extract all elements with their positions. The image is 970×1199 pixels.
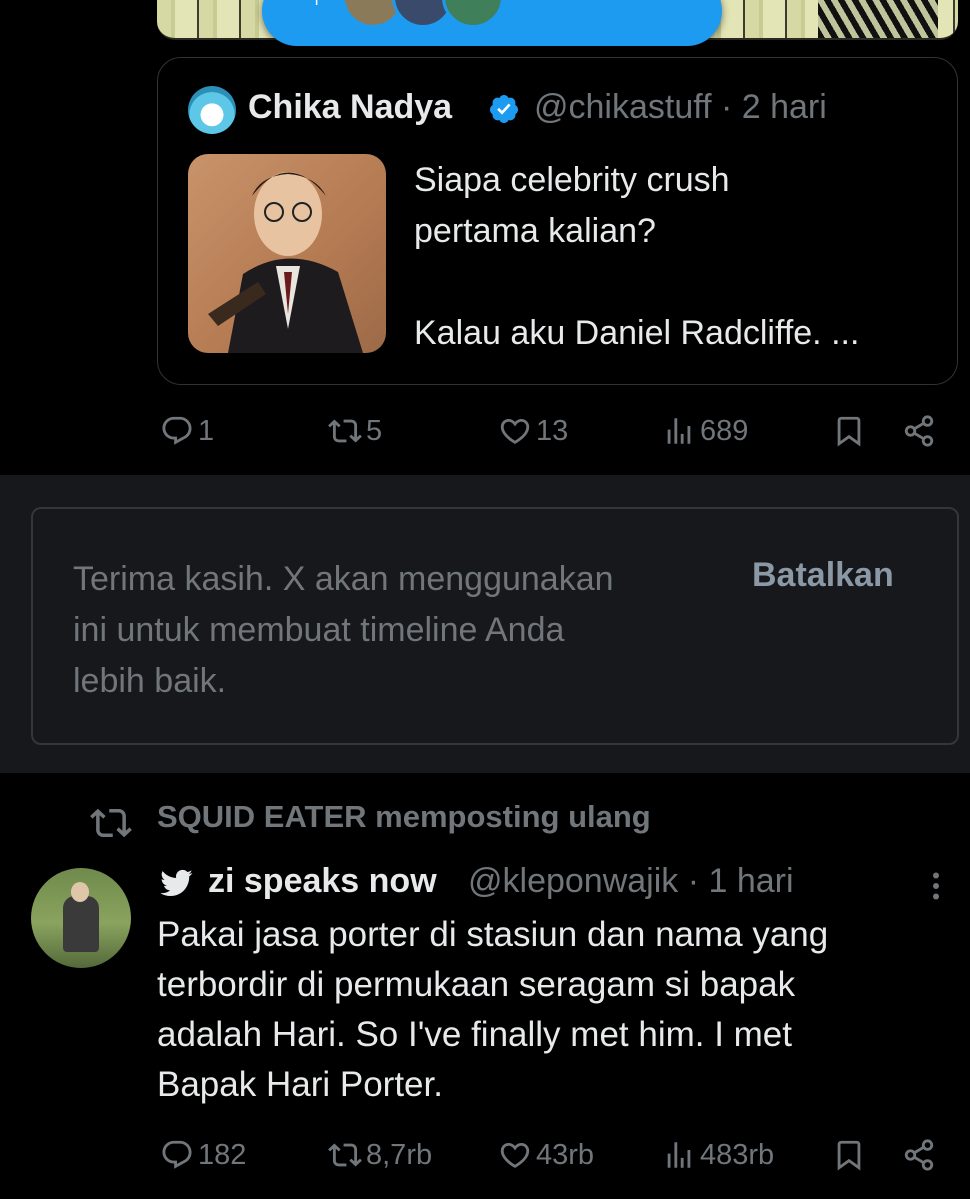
quoted-handle-time: @chikastuff · 2 hari [534, 88, 827, 126]
views-icon [667, 418, 691, 444]
tweet-text-line: adalah Hari. So I've finally met him. I … [157, 1015, 792, 1054]
quoted-author-name[interactable]: Chika Nadya [248, 88, 452, 127]
verified-badge-icon [489, 95, 518, 123]
tweet-text: Pakai jasa porter di stasiun dan nama ya… [157, 910, 927, 1110]
like-count: 13 [536, 414, 569, 447]
feedback-message: Terima kasih. X akan menggunakan ini unt… [73, 554, 713, 707]
views-icon [667, 1142, 691, 1168]
views-count: 689 [700, 414, 749, 447]
bookmark-icon[interactable] [832, 1138, 866, 1172]
avatar[interactable] [188, 86, 236, 134]
views-button[interactable]: 689 [662, 414, 748, 448]
repost-icon [328, 419, 362, 443]
tweet-text-line: Bapak Hari Porter. [157, 1065, 443, 1104]
like-button[interactable]: 43rb [498, 1138, 594, 1172]
tweet-handle-time: @kleponwajik · 1 hari [468, 862, 794, 900]
views-button[interactable]: 483rb [662, 1138, 774, 1172]
repost-context[interactable]: SQUID EATER memposting ulang [157, 799, 651, 835]
twitter-bird-icon [160, 869, 193, 897]
feedback-line: ini untuk membuat timeline Anda [73, 611, 565, 649]
reply-count: 182 [198, 1138, 247, 1171]
views-count: 483rb [700, 1138, 775, 1171]
repost-button[interactable]: 5 [328, 414, 382, 448]
repost-icon [90, 808, 132, 838]
like-button[interactable]: 13 [498, 414, 568, 448]
arrow-up-icon: ↑ [308, 0, 325, 13]
quoted-tweet-text: Siapa celebrity crush pertama kalian? Ka… [414, 155, 934, 359]
quoted-text-line: Siapa celebrity crush [414, 161, 730, 199]
reply-button[interactable]: 182 [160, 1138, 246, 1172]
avatar[interactable] [31, 868, 131, 968]
tweet-author-name[interactable]: zi speaks now [208, 862, 437, 901]
repost-count: 5 [366, 414, 383, 447]
share-icon[interactable] [902, 1138, 936, 1172]
cancel-button[interactable]: Batalkan [752, 556, 894, 595]
tweet-text-line: terbordir di permukaan seragam si bapak [157, 965, 796, 1004]
feedback-line: Terima kasih. X akan menggunakan [73, 560, 614, 598]
heart-icon [500, 1142, 530, 1168]
repost-count: 8,7rb [366, 1138, 433, 1171]
reply-button[interactable]: 1 [160, 414, 214, 448]
more-icon[interactable] [918, 866, 954, 906]
feedback-line: lebih baik. [73, 662, 227, 700]
bookmark-icon[interactable] [832, 414, 866, 448]
repost-icon [328, 1143, 362, 1167]
quoted-text-line: pertama kalian? [414, 212, 656, 250]
quoted-thumbnail[interactable] [188, 154, 386, 353]
heart-icon [500, 418, 530, 444]
quoted-text-line: Kalau aku Daniel Radcliffe. ... [414, 314, 860, 352]
avatar [442, 0, 504, 28]
reply-icon [162, 416, 192, 445]
reply-count: 1 [198, 414, 215, 447]
new-posts-pill[interactable]: ↑ diposting [262, 0, 722, 46]
reply-icon [162, 1140, 192, 1169]
share-icon[interactable] [902, 414, 936, 448]
tweet-text-line: Pakai jasa porter di stasiun dan nama ya… [157, 915, 829, 954]
repost-button[interactable]: 8,7rb [328, 1138, 432, 1172]
like-count: 43rb [536, 1138, 595, 1171]
portrait-image [208, 172, 363, 353]
